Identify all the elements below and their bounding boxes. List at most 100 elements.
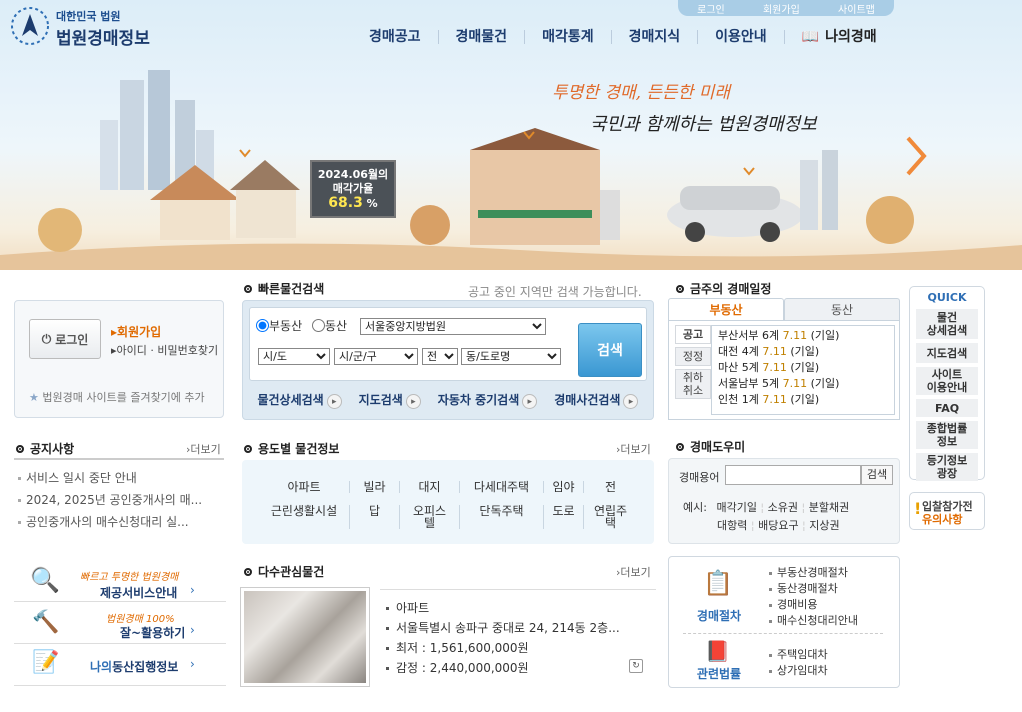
jeon-select[interactable]: 전 [422,348,458,365]
usage-item[interactable]: 전 [583,481,637,493]
link-bid-agent[interactable]: 매수신청대리안내 [769,613,858,629]
usage-tips-banner[interactable]: 🔨 법원경매 100% 잘~활용하기 › [14,604,226,644]
list-item[interactable]: 부산서부 6계 7.11 (기일) [718,328,888,344]
list-item[interactable]: 서울남부 5계 7.11 (기일) [718,376,888,392]
service-info-banner[interactable]: 🔍 빠르고 투명한 법원경매 제공서비스안내 › [14,562,226,602]
schedule-kind: (기일) [790,345,820,358]
usage-item[interactable]: 연립주택 [583,505,637,529]
appraisal-value: 2,440,000,000원 [429,661,529,675]
list-item[interactable]: 공인중개사의 매수신청대리 실... [16,511,216,533]
tab-real-estate[interactable]: 부동산 [668,298,784,320]
bid-caution-link[interactable]: ! 입찰참가전 유의사항 [909,492,985,530]
example-term[interactable]: 매각기일 [716,501,756,514]
side-tab-withdraw-cancel[interactable]: 취하 취소 [675,369,711,399]
quick-search-title: 빠른물건검색 [244,280,324,297]
map-search-link[interactable]: 지도검색 ▸ [359,391,421,410]
join-link[interactable]: ▸회원가입 [111,323,161,340]
glossary-input[interactable] [725,465,861,485]
chevron-right-icon: › [190,583,195,597]
sido-select[interactable]: 시/도 [258,348,330,365]
usage-item[interactable]: 다세대주택 [459,481,543,493]
property-photo[interactable] [240,587,370,687]
quick-legal-info[interactable]: 종합법률 정보 [916,421,978,449]
usage-item[interactable]: 도로 [543,505,583,529]
vehicle-search-label: 자동차 중기검색 [437,392,520,407]
side-tab-correction[interactable]: 정정 [675,347,711,366]
property-details[interactable]: 아파트 서울특별시 송파구 중대로 24, 214동 2층... 최저 : 1,… [384,598,644,678]
popular-more-label: 더보기 [620,566,651,579]
search-button[interactable]: 검색 [578,323,642,377]
list-item[interactable]: 2024, 2025년 공인중개사의 매... [16,489,216,511]
vehicle-search-link[interactable]: 자동차 중기검색 ▸ [437,391,538,410]
find-id-password-link[interactable]: ▸아이디 · 비밀번호찾기 [111,342,218,358]
schedule-panel: 부동산 동산 공고 정정 취하 취소 부산서부 6계 7.11 (기일) 대전 4… [668,298,932,420]
usage-item[interactable]: 임야 [543,481,583,493]
nav-sale-stats[interactable]: 매각통계 [524,30,611,44]
quick-site-guide[interactable]: 사이트 이용안내 [916,367,978,395]
usage-item[interactable]: 단독주택 [459,505,543,529]
schedule-kind: (기일) [810,329,840,342]
example-term[interactable]: 소유권 [768,501,798,514]
divider [380,589,656,590]
example-term[interactable]: 대항력 [717,519,747,532]
popular-title-label: 다수관심물건 [258,565,325,579]
star-icon: ★ [29,391,39,404]
side-tab-notice[interactable]: 공고 [675,325,711,344]
nav-auction-notice[interactable]: 경매공고 [352,30,438,44]
util-sitemap-link[interactable]: 사이트맵 [838,1,875,16]
example-term[interactable]: 지상권 [809,519,839,532]
example-term[interactable]: 분할채권 [809,501,849,514]
sigungu-select[interactable]: 시/군/구 [334,348,418,365]
dong-select[interactable]: 동/도로명 [461,348,561,365]
list-item[interactable]: 대전 4계 7.11 (기일) [718,344,888,360]
add-favorite-link[interactable]: ★ 법원경매 사이트를 즐겨찾기에 추가 [29,389,205,405]
usage-item[interactable]: 근린생활시설 [259,505,349,529]
procedure-label[interactable]: 경매절차 [687,607,751,624]
util-login-link[interactable]: 로그인 [697,1,725,16]
schedule-date: 7.11 [782,329,808,342]
popular-more-link[interactable]: ›더보기 [616,564,651,580]
example-term[interactable]: 배당요구 [758,519,798,532]
link-movable-procedure[interactable]: 동산경매절차 [769,581,858,597]
refresh-icon[interactable]: ↻ [629,659,643,673]
radio-real-estate-input[interactable] [256,319,269,332]
notice-more-link[interactable]: ›더보기 [186,441,221,457]
login-button[interactable]: ⏻ 로그인 [29,319,101,359]
court-select[interactable]: 서울중앙지방법원 [360,318,546,335]
list-item[interactable]: 서비스 일시 중단 안내 [16,467,216,489]
quick-registry-info[interactable]: 등기정보 광장 [916,453,978,481]
link-housing-lease[interactable]: 주택임대차 [769,647,828,663]
usage-item[interactable]: 아파트 [259,481,349,493]
list-item[interactable]: 마산 5계 7.11 (기일) [718,360,888,376]
radio-real-estate[interactable]: 부동산 [256,317,302,334]
utility-bar: 로그인 회원가입 사이트맵 [678,0,894,16]
radio-movable-input[interactable] [312,319,325,332]
tab-movable[interactable]: 동산 [784,298,900,320]
radio-movable[interactable]: 동산 [312,317,347,334]
nav-auction-items[interactable]: 경매물건 [437,30,525,44]
movable-execution-banner[interactable]: 📝 나의동산집행정보 › [14,646,226,686]
case-search-link[interactable]: 경매사건검색 ▸ [554,391,639,410]
usage-item[interactable]: 빌라 [349,481,399,493]
usage-item[interactable]: 대지 [399,481,459,493]
detail-search-link[interactable]: 물건상세검색 ▸ [257,391,342,410]
related-law-label[interactable]: 관련법률 [687,665,751,682]
link-commercial-lease[interactable]: 상가임대차 [769,663,828,679]
quick-detail-search[interactable]: 물건 상세검색 [916,309,978,339]
util-join-link[interactable]: 회원가입 [763,1,800,16]
nav-my-auction[interactable]: 📖 나의경매 [783,30,894,44]
link-auction-cost[interactable]: 경매비용 [769,597,858,613]
usage-more-link[interactable]: ›더보기 [616,441,651,457]
chevron-right-icon[interactable] [902,134,930,178]
quick-faq[interactable]: FAQ [916,399,978,417]
usage-item[interactable]: 오피스텔 [399,505,459,529]
link-real-estate-procedure[interactable]: 부동산경매절차 [769,565,858,581]
law-book-icon: 📕 [705,639,730,663]
nav-auction-knowledge[interactable]: 경매지식 [610,30,698,44]
usage-item[interactable]: 답 [349,505,399,529]
logo[interactable]: 대한민국 법원 법원경매정보 [10,6,160,49]
quick-map-search[interactable]: 지도검색 [916,343,978,363]
nav-usage-guide[interactable]: 이용안내 [697,30,784,44]
glossary-search-button[interactable]: 검색 [861,465,893,485]
list-item[interactable]: 인천 1계 7.11 (기일) [718,392,888,408]
